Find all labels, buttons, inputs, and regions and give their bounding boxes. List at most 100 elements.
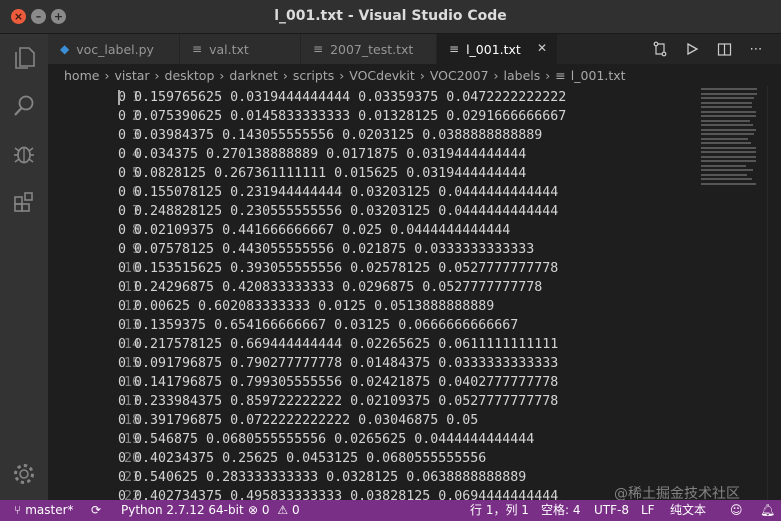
explorer-icon[interactable] (0, 34, 48, 82)
code-line[interactable]: 14 0 0.217578125 0.669444444444 0.0226562… (48, 335, 698, 354)
tab-label: val.txt (209, 41, 249, 57)
code-line[interactable]: 10 0.159765625 0.0319444444444 0.0335937… (48, 88, 698, 107)
breadcrumb-item[interactable]: vistar (114, 68, 149, 83)
feedback-icon[interactable]: ☺ (730, 500, 743, 521)
encoding-status[interactable]: UTF-8 (594, 500, 629, 521)
tab-label: 2007_test.txt (330, 41, 414, 57)
breadcrumb-item[interactable]: l_001.txt (571, 68, 626, 83)
minimap-line (701, 97, 754, 99)
code-line[interactable]: 40 0.034375 0.270138888889 0.0171875 0.0… (48, 145, 698, 164)
line-text: 0 0.159765625 0.0319444444444 0.03359375… (118, 90, 567, 105)
code-line[interactable]: 22 0 0.402734375 0.495833333333 0.0382812… (48, 487, 698, 500)
code-line[interactable]: 16 0 0.141796875 0.799305555556 0.0242187… (48, 373, 698, 392)
code-line[interactable]: 18 0 0.391796875 0.0722222222222 0.030468… (48, 411, 698, 430)
text-file-icon: ≡ (555, 67, 566, 83)
breadcrumb-item[interactable]: VOCdevkit (349, 68, 415, 83)
code-line[interactable]: 80 0.02109375 0.441666666667 0.025 0.044… (48, 221, 698, 240)
git-branch-status[interactable]: ⑂ master* (14, 500, 74, 521)
code-line[interactable]: 11 0 0.24296875 0.420833333333 0.0296875 … (48, 278, 698, 297)
minimap-line (701, 106, 752, 108)
line-text: 0 0.40234375 0.25625 0.0453125 0.0680555… (118, 451, 487, 466)
line-text: 0 0.075390625 0.0145833333333 0.01328125… (118, 109, 567, 124)
code-line[interactable]: 20 0 0.40234375 0.25625 0.0453125 0.06805… (48, 449, 698, 468)
line-text: 0 0.091796875 0.790277777778 0.01484375 … (118, 356, 559, 371)
code-line[interactable]: 70 0.248828125 0.230555555556 0.03203125… (48, 202, 698, 221)
extensions-icon[interactable] (0, 178, 48, 226)
minimap-line (701, 101, 752, 104)
breadcrumb-item[interactable]: labels (504, 68, 541, 83)
line-text: 0 0.0828125 0.267361111111 0.015625 0.03… (118, 166, 527, 181)
split-editor-icon[interactable] (715, 40, 733, 58)
code-line[interactable]: 12 0 0.00625 0.602083333333 0.0125 0.0513… (48, 297, 698, 316)
minimap-line (701, 124, 753, 126)
chevron-right-icon: › (339, 67, 345, 83)
minimap[interactable] (698, 86, 760, 206)
editor-tab-bar: ◆ voc_label.py ≡ val.txt ≡ 2007_test.txt… (48, 34, 781, 64)
breadcrumb-item[interactable]: desktop (165, 68, 215, 83)
breadcrumb-item[interactable]: home (64, 68, 99, 83)
minimap-line (701, 146, 756, 149)
eol-status[interactable]: LF (641, 500, 655, 521)
breadcrumb-item[interactable]: darknet (229, 68, 278, 83)
line-text: 0 0.391796875 0.0722222222222 0.03046875… (118, 413, 479, 428)
minimap-line (701, 119, 750, 122)
code-line[interactable]: 15 0 0.091796875 0.790277777778 0.0148437… (48, 354, 698, 373)
minimap-line (701, 173, 747, 176)
branch-name: master* (25, 503, 74, 517)
code-line[interactable]: 21 0 0.540625 0.283333333333 0.0328125 0.… (48, 468, 698, 487)
minimap-line (701, 178, 752, 180)
minimap-line (701, 164, 746, 167)
line-text: 0 0.07578125 0.443055555556 0.021875 0.0… (118, 242, 535, 257)
line-text: 0 0.034375 0.270138888889 0.0171875 0.03… (118, 147, 527, 162)
text-file-icon: ≡ (313, 42, 324, 56)
code-line[interactable]: 19 0 0.546875 0.0680555555556 0.0265625 0… (48, 430, 698, 449)
chevron-right-icon: › (219, 67, 225, 83)
breadcrumb-item[interactable]: scripts (293, 68, 334, 83)
code-editor[interactable]: 10 0.159765625 0.0319444444444 0.0335937… (48, 86, 698, 500)
run-icon[interactable] (683, 40, 701, 58)
window-title: l_001.txt - Visual Studio Code (274, 8, 507, 24)
sync-icon[interactable]: ⟳ (91, 500, 101, 521)
minimap-line (701, 115, 756, 117)
breadcrumb-item[interactable]: VOC2007 (430, 68, 489, 83)
line-text: 0 0.1359375 0.654166666667 0.03125 0.066… (118, 318, 519, 333)
code-line[interactable]: 10 0 0.153515625 0.393055555556 0.0257812… (48, 259, 698, 278)
text-file-icon: ≡ (192, 42, 203, 56)
problems-status[interactable]: ⊗ 0 ⚠ 0 (248, 500, 300, 521)
cursor-position-status[interactable]: 行 1，列 1 (470, 500, 529, 521)
code-line[interactable]: 50 0.0828125 0.267361111111 0.015625 0.0… (48, 164, 698, 183)
code-line[interactable]: 13 0 0.1359375 0.654166666667 0.03125 0.0… (48, 316, 698, 335)
line-text: 0 0.141796875 0.799305555556 0.02421875 … (118, 375, 559, 390)
code-line[interactable]: 20 0.075390625 0.0145833333333 0.0132812… (48, 107, 698, 126)
code-line[interactable]: 60 0.155078125 0.231944444444 0.03203125… (48, 183, 698, 202)
line-text: 0 0.402734375 0.495833333333 0.03828125 … (118, 489, 559, 500)
minimap-line (701, 151, 756, 153)
git-branch-icon: ⑂ (14, 503, 22, 517)
settings-gear-icon[interactable] (0, 450, 48, 498)
open-changes-icon[interactable] (651, 40, 669, 58)
code-line[interactable]: 90 0.07578125 0.443055555556 0.021875 0.… (48, 240, 698, 259)
notifications-bell-icon[interactable]: 🔔︎ (760, 500, 775, 521)
tab-voc-label-py[interactable]: ◆ voc_label.py (48, 34, 180, 64)
minimap-line (701, 160, 756, 162)
line-text: 0 0.03984375 0.143055555556 0.0203125 0.… (118, 128, 543, 143)
code-line[interactable]: 30 0.03984375 0.143055555556 0.0203125 0… (48, 126, 698, 145)
line-text: 0 0.540625 0.283333333333 0.0328125 0.06… (118, 470, 527, 485)
vertical-scrollbar[interactable] (767, 86, 781, 500)
minimap-line (701, 137, 748, 140)
search-icon[interactable] (0, 82, 48, 130)
line-text: 0 0.02109375 0.441666666667 0.025 0.0444… (118, 223, 511, 238)
python-interpreter-status[interactable]: Python 2.7.12 64-bit (121, 500, 244, 521)
language-mode-status[interactable]: 纯文本 (670, 500, 706, 521)
tab-val-txt[interactable]: ≡ val.txt (180, 34, 301, 64)
title-bar: × – + l_001.txt - Visual Studio Code (0, 0, 781, 34)
debug-icon[interactable] (0, 130, 48, 178)
tab-2007-test-txt[interactable]: ≡ 2007_test.txt (301, 34, 437, 64)
indentation-status[interactable]: 空格: 4 (541, 500, 581, 521)
code-line[interactable]: 17 0 0.233984375 0.859722222222 0.0210937… (48, 392, 698, 411)
chevron-right-icon: › (154, 67, 160, 83)
editor-actions: ⋯ (641, 34, 781, 64)
close-tab-icon[interactable]: ✕ (537, 41, 547, 55)
more-actions-icon[interactable]: ⋯ (747, 40, 765, 58)
tab-l-001-txt[interactable]: ≡ l_001.txt ✕ (437, 34, 558, 64)
